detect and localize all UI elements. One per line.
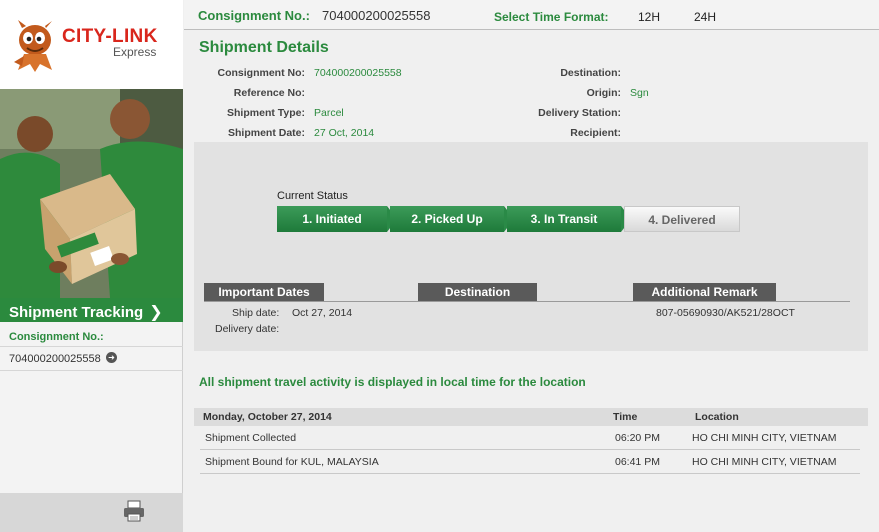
activity-event: Shipment Bound for KUL, MALAYSIA <box>205 456 379 468</box>
status-step-initiated: 1. Initiated <box>277 206 387 232</box>
consignment-no-label: Consignment No: <box>217 67 306 79</box>
shipment-date-value: 27 Oct, 2014 <box>314 127 375 139</box>
logo-sub-text: Express <box>113 45 157 59</box>
activity-location: HO CHI MINH CITY, VIETNAM <box>692 456 837 468</box>
reference-no-label: Reference No: <box>233 87 305 99</box>
activity-time-header: Time <box>613 411 638 423</box>
delivery-date-label: Delivery date: <box>215 323 280 335</box>
additional-remark-value: 807-05690930/AK521/28OCT <box>656 307 795 319</box>
status-step-picked-up: 2. Picked Up <box>390 206 504 232</box>
activity-location: HO CHI MINH CITY, VIETNAM <box>692 432 837 444</box>
activity-time: 06:20 PM <box>615 432 660 444</box>
activity-date-header: Monday, October 27, 2014 <box>203 411 332 423</box>
activity-time: 06:41 PM <box>615 456 660 468</box>
status-step-delivered: 4. Delivered <box>624 206 740 232</box>
consignment-no-value: 704000200025558 <box>314 67 402 79</box>
time-format-24h-option[interactable]: 24H <box>694 10 716 24</box>
activity-row: Shipment Bound for KUL, MALAYSIA 06:41 P… <box>200 450 860 474</box>
status-panel: Current Status 1. Initiated 2. Picked Up… <box>194 142 868 351</box>
main-content: Shipment Details Consignment No: 7040002… <box>184 31 879 532</box>
origin-label: Origin: <box>586 87 621 99</box>
additional-remark-header: Additional Remark <box>633 283 776 302</box>
destination-label: Destination: <box>560 67 621 79</box>
hero-photo <box>0 89 183 298</box>
status-step-in-transit: 3. In Transit <box>507 206 621 232</box>
sidebar-footer <box>0 493 183 532</box>
divider <box>0 346 183 347</box>
mascot-icon <box>14 20 52 72</box>
activity-location-header: Location <box>695 411 739 423</box>
shipment-type-value: Parcel <box>314 107 344 119</box>
origin-value: Sgn <box>630 87 649 99</box>
ship-date-value: Oct 27, 2014 <box>292 307 353 319</box>
time-format-12h-option[interactable]: 12H <box>638 10 660 24</box>
activity-row: Shipment Collected 06:20 PM HO CHI MINH … <box>200 426 860 450</box>
delivery-station-label: Delivery Station: <box>538 107 621 119</box>
shipment-type-label: Shipment Type: <box>227 107 305 119</box>
shipment-tracking-label: Shipment Tracking <box>9 304 144 321</box>
city-link-logo[interactable]: CITY-LINK Express <box>0 0 183 89</box>
top-consignment-value: 704000200025558 <box>322 8 431 23</box>
sidebar-consignment-link[interactable]: 704000200025558 <box>9 353 101 365</box>
printer-icon[interactable] <box>122 500 146 522</box>
divider <box>0 370 183 371</box>
chevron-right-icon: ❯ <box>149 304 163 321</box>
destination-header: Destination <box>418 283 537 302</box>
shipment-date-label: Shipment Date: <box>227 127 305 139</box>
sidebar: CITY-LINK Express Shipment Tracking ❯ Co… <box>0 0 183 532</box>
activity-table-header: Monday, October 27, 2014 Time Location <box>194 408 868 426</box>
sidebar-consignment-label: Consignment No.: <box>9 331 104 343</box>
activity-event: Shipment Collected <box>205 432 297 444</box>
top-consignment-label: Consignment No.: <box>198 8 310 23</box>
arrow-right-circle-icon[interactable]: ➜ <box>106 352 117 363</box>
ship-date-label: Ship date: <box>232 307 280 319</box>
time-format-label: Select Time Format: <box>494 10 609 24</box>
header-underline <box>204 301 850 302</box>
shipment-details-title: Shipment Details <box>199 39 329 56</box>
recipient-label: Recipient: <box>570 127 621 139</box>
current-status-label: Current Status <box>277 190 348 202</box>
shipment-tracking-banner[interactable]: Shipment Tracking ❯ <box>0 298 183 322</box>
activity-note: All shipment travel activity is displaye… <box>199 375 586 389</box>
top-bar: Consignment No.: 704000200025558 Select … <box>184 0 879 30</box>
important-dates-header: Important Dates <box>204 283 324 302</box>
